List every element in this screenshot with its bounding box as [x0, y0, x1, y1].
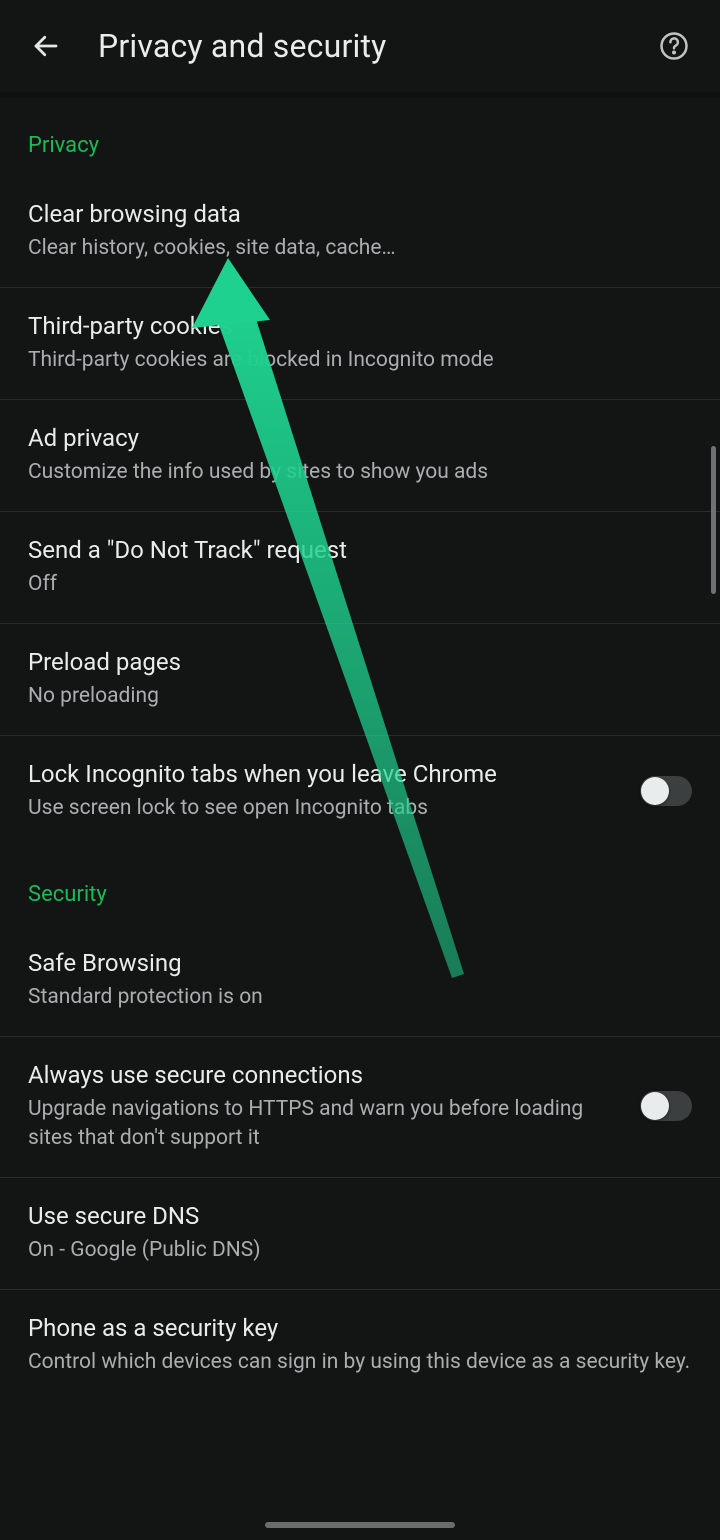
row-subtitle: Upgrade navigations to HTTPS and warn yo… [28, 1091, 620, 1153]
back-button[interactable] [18, 18, 74, 74]
row-title: Lock Incognito tabs when you leave Chrom… [28, 758, 620, 790]
row-safe-browsing[interactable]: Safe Browsing Standard protection is on [0, 925, 720, 1037]
row-subtitle: Standard protection is on [28, 979, 692, 1012]
section-header-security: Security [0, 847, 720, 925]
gesture-nav-pill [265, 1522, 455, 1528]
row-subtitle: On - Google (Public DNS) [28, 1232, 692, 1265]
row-subtitle: Control which devices can sign in by usi… [28, 1344, 692, 1377]
row-title: Send a "Do Not Track" request [28, 534, 692, 566]
page-title: Privacy and security [74, 27, 646, 65]
row-ad-privacy[interactable]: Ad privacy Customize the info used by si… [0, 400, 720, 512]
switch-secure-connections[interactable] [640, 1091, 692, 1121]
section-header-privacy: Privacy [0, 98, 720, 176]
row-preload-pages[interactable]: Preload pages No preloading [0, 624, 720, 736]
help-icon [659, 31, 689, 61]
row-title: Ad privacy [28, 422, 692, 454]
row-title: Third-party cookies [28, 310, 692, 342]
scrollbar-thumb[interactable] [711, 446, 716, 594]
row-subtitle: Use screen lock to see open Incognito ta… [28, 790, 620, 823]
row-secure-connections[interactable]: Always use secure connections Upgrade na… [0, 1037, 720, 1178]
row-do-not-track[interactable]: Send a "Do Not Track" request Off [0, 512, 720, 624]
row-secure-dns[interactable]: Use secure DNS On - Google (Public DNS) [0, 1178, 720, 1290]
row-phone-security-key[interactable]: Phone as a security key Control which de… [0, 1290, 720, 1401]
row-title: Always use secure connections [28, 1059, 620, 1091]
help-button[interactable] [646, 18, 702, 74]
switch-lock-incognito[interactable] [640, 776, 692, 806]
row-title: Clear browsing data [28, 198, 692, 230]
row-title: Safe Browsing [28, 947, 692, 979]
row-subtitle: No preloading [28, 678, 692, 711]
row-title: Preload pages [28, 646, 692, 678]
row-title: Use secure DNS [28, 1200, 692, 1232]
row-subtitle: Off [28, 566, 692, 599]
arrow-back-icon [31, 31, 61, 61]
row-subtitle: Clear history, cookies, site data, cache… [28, 230, 692, 263]
row-subtitle: Third-party cookies are blocked in Incog… [28, 342, 692, 375]
row-title: Phone as a security key [28, 1312, 692, 1344]
row-lock-incognito-tabs[interactable]: Lock Incognito tabs when you leave Chrom… [0, 736, 720, 847]
row-third-party-cookies[interactable]: Third-party cookies Third-party cookies … [0, 288, 720, 400]
app-bar: Privacy and security [0, 0, 720, 92]
row-subtitle: Customize the info used by sites to show… [28, 454, 692, 487]
row-clear-browsing-data[interactable]: Clear browsing data Clear history, cooki… [0, 176, 720, 288]
settings-content: Privacy Clear browsing data Clear histor… [0, 92, 720, 1540]
